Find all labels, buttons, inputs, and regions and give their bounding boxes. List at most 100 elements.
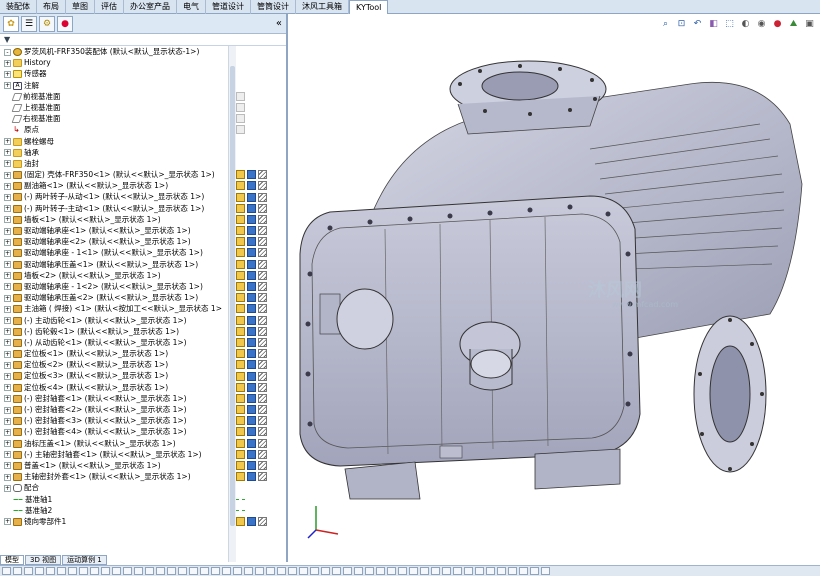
command-button[interactable]	[354, 567, 363, 575]
tree-item[interactable]: + 驱动端轴承座 - 1<2> (默认<<默认>_显示状态 1>)	[0, 281, 228, 292]
tree-item[interactable]: + (-) 密封轴套<2> (默认<<默认>_显示状态 1>)	[0, 404, 228, 415]
disp-state-icon[interactable]	[247, 192, 256, 202]
cfg-state-icon[interactable]	[236, 461, 245, 471]
command-button[interactable]	[442, 567, 451, 575]
command-button[interactable]	[277, 567, 286, 575]
cfg-state-icon[interactable]	[236, 237, 245, 247]
cfg-state-icon[interactable]	[236, 449, 245, 459]
command-button[interactable]	[13, 567, 22, 575]
sec-state-icon[interactable]	[258, 226, 267, 236]
sec-state-icon[interactable]	[258, 293, 267, 303]
sec-state-icon[interactable]	[258, 237, 267, 247]
sec-state-icon[interactable]	[258, 349, 267, 359]
command-button[interactable]	[321, 567, 330, 575]
disp-state-icon[interactable]	[247, 360, 256, 370]
expand-toggle-icon[interactable]: +	[4, 462, 11, 470]
tree-item[interactable]: + A 注解	[0, 80, 228, 91]
expand-toggle-icon[interactable]: +	[4, 171, 11, 179]
tree-item[interactable]: 前视基准面	[0, 91, 228, 102]
disp-state-icon[interactable]	[247, 259, 256, 269]
cfg-state-icon[interactable]	[236, 427, 245, 437]
sec-state-icon[interactable]	[258, 326, 267, 336]
expand-toggle-icon[interactable]: +	[4, 484, 11, 492]
disp-state-icon[interactable]	[247, 181, 256, 191]
command-button[interactable]	[134, 567, 143, 575]
tree-item[interactable]: + (-) 两叶转子-主动<1> (默认<<默认>_显示状态 1>)	[0, 203, 228, 214]
tree-item[interactable]: + 副油箱<1> (默认<<默认>_显示状态 1>)	[0, 180, 228, 191]
tree-item[interactable]: + 螺栓螺母	[0, 136, 228, 147]
tree-item[interactable]: + 油封	[0, 158, 228, 169]
cfg-state-icon[interactable]	[236, 293, 245, 303]
sec-state-icon[interactable]	[258, 282, 267, 292]
expand-toggle-icon[interactable]: +	[4, 193, 11, 201]
command-button[interactable]	[24, 567, 33, 575]
disp-state-icon[interactable]	[247, 393, 256, 403]
expand-toggle-icon[interactable]: +	[4, 216, 11, 224]
grn-state-icon[interactable]	[236, 498, 245, 500]
tree-item[interactable]: + (-) 两叶转子-从动<1> (默认<<默认>_显示状态 1>)	[0, 191, 228, 202]
expand-toggle-icon[interactable]: +	[4, 428, 11, 436]
expand-toggle-icon[interactable]: +	[4, 328, 11, 336]
tree-item[interactable]: + 定位板<4> (默认<<默认>_显示状态 1>)	[0, 382, 228, 393]
expand-toggle-icon[interactable]: +	[4, 361, 11, 369]
ghost-state-icon[interactable]	[236, 125, 245, 135]
cfg-state-icon[interactable]	[236, 472, 245, 482]
disp-state-icon[interactable]	[247, 427, 256, 437]
disp-state-icon[interactable]	[247, 337, 256, 347]
expand-toggle-icon[interactable]: +	[4, 305, 11, 313]
expand-toggle-icon[interactable]: +	[4, 227, 11, 235]
feature-tree-tab[interactable]: ✿	[3, 15, 19, 32]
ribbon-tab[interactable]: 布局	[37, 0, 66, 14]
ribbon-tab[interactable]: KYTool	[349, 0, 389, 14]
sec-state-icon[interactable]	[258, 360, 267, 370]
disp-state-icon[interactable]	[247, 516, 256, 526]
tree-item[interactable]: + 驱动端轴承压盖<1> (默认<<默认>_显示状态 1>)	[0, 259, 228, 270]
command-button[interactable]	[35, 567, 44, 575]
sec-state-icon[interactable]	[258, 181, 267, 191]
command-button[interactable]	[178, 567, 187, 575]
expand-toggle-icon[interactable]: +	[4, 518, 11, 526]
tree-item[interactable]: + 定位板<1> (默认<<默认>_显示状态 1>)	[0, 348, 228, 359]
command-button[interactable]	[387, 567, 396, 575]
sec-state-icon[interactable]	[258, 472, 267, 482]
tree-item[interactable]: + 主油箱 ( 焊接) <1> (默认<按加工<<默认>_显示状态 1>	[0, 303, 228, 314]
command-button[interactable]	[431, 567, 440, 575]
disp-state-icon[interactable]	[247, 438, 256, 448]
cfg-state-icon[interactable]	[236, 181, 245, 191]
ribbon-tab[interactable]: 管道设计	[206, 0, 251, 14]
ghost-state-icon[interactable]	[236, 103, 245, 113]
tree-item[interactable]: - 罗茨风机-FRF350装配体 (默认<默认_显示状态-1>)	[0, 46, 228, 57]
expand-toggle-icon[interactable]: +	[4, 317, 11, 324]
tree-scrollbar[interactable]	[228, 46, 236, 562]
cfg-state-icon[interactable]	[236, 259, 245, 269]
tree-item[interactable]: + History	[0, 57, 228, 68]
tree-item[interactable]: + 定位板<3> (默认<<默认>_显示状态 1>)	[0, 370, 228, 381]
command-button[interactable]	[222, 567, 231, 575]
ribbon-tab[interactable]: 装配体	[0, 0, 37, 14]
disp-state-icon[interactable]	[247, 270, 256, 280]
tree-item[interactable]: + 定位板<2> (默认<<默认>_显示状态 1>)	[0, 359, 228, 370]
sec-state-icon[interactable]	[258, 516, 267, 526]
tree-item[interactable]: + 墙板<1> (默认<<默认>_显示状态 1>)	[0, 214, 228, 225]
sec-state-icon[interactable]	[258, 427, 267, 437]
bottom-tab[interactable]: 运动算例 1	[62, 555, 107, 565]
collapse-panel-button[interactable]: «	[276, 18, 282, 29]
command-button[interactable]	[343, 567, 352, 575]
cfg-state-icon[interactable]	[236, 360, 245, 370]
ribbon-tab[interactable]: 办公室产品	[124, 0, 177, 14]
command-button[interactable]	[332, 567, 341, 575]
tree-item[interactable]: + 油标压盖<1> (默认<<默认>_显示状态 1>)	[0, 438, 228, 449]
tree-item[interactable]: 右视基准面	[0, 113, 228, 124]
command-button[interactable]	[68, 567, 77, 575]
sec-state-icon[interactable]	[258, 382, 267, 392]
command-button[interactable]	[200, 567, 209, 575]
expand-toggle-icon[interactable]: +	[4, 70, 11, 78]
ribbon-tab[interactable]: 评估	[95, 0, 124, 14]
command-button[interactable]	[57, 567, 66, 575]
expand-toggle-icon[interactable]: +	[4, 294, 11, 302]
expand-toggle-icon[interactable]: +	[4, 473, 11, 481]
cfg-state-icon[interactable]	[236, 405, 245, 415]
tree-item[interactable]: 上视基准面	[0, 102, 228, 113]
disp-state-icon[interactable]	[247, 203, 256, 213]
disp-state-icon[interactable]	[247, 170, 256, 180]
